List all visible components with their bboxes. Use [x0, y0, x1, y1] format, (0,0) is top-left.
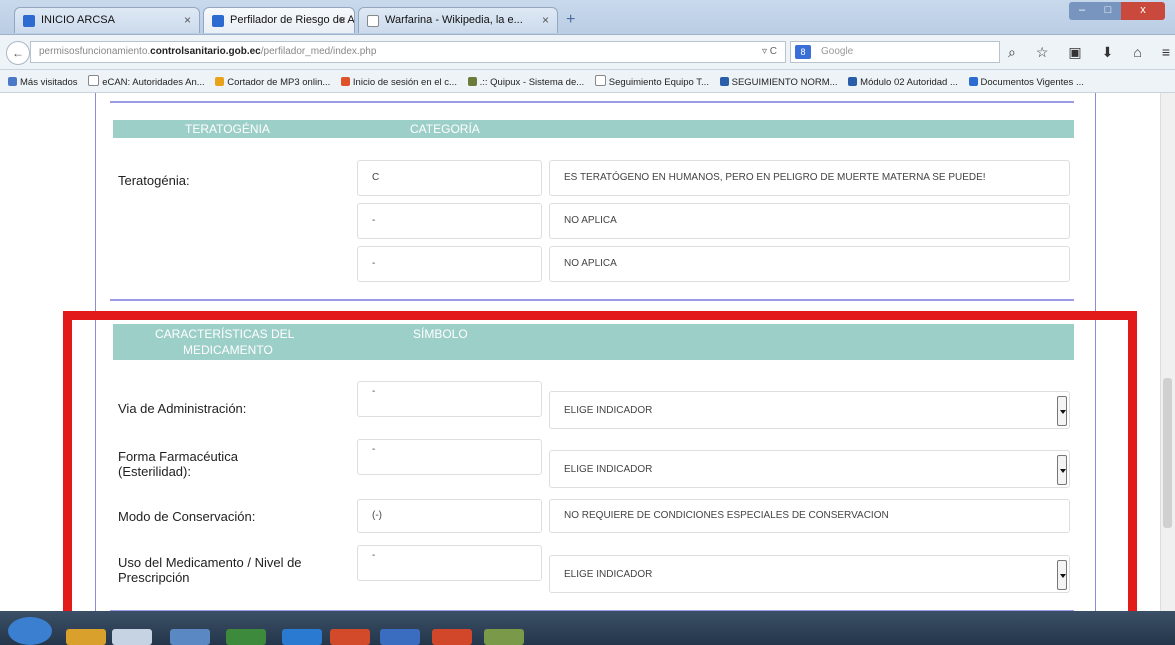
teratogenia-code-field-3[interactable]: - [357, 246, 542, 282]
search-engine-icon: 8 [795, 45, 811, 59]
teratogenia-code-field-2[interactable]: - [357, 203, 542, 239]
bookmark-item[interactable]: .:: Quipux - Sistema de... [467, 72, 584, 88]
taskbar-app-icon[interactable] [484, 629, 524, 645]
reload-icon[interactable]: ▿ C [762, 46, 777, 57]
minimize-icon[interactable]: – [1069, 2, 1095, 20]
trello-icon [719, 77, 729, 86]
page-icon [594, 75, 606, 86]
tab-title: Perfilador de Riesgo de Ali... [230, 14, 355, 26]
bookmark-item[interactable]: Seguimiento Equipo T... [594, 70, 709, 88]
scissors-icon [215, 77, 225, 86]
tab-perfilador[interactable]: Perfilador de Riesgo de Ali... × [203, 7, 355, 33]
clipboard-icon[interactable]: ▣ [1068, 44, 1081, 61]
url-bar[interactable]: permisosfuncionamiento.controlsanitario.… [30, 41, 786, 63]
close-icon[interactable]: × [542, 13, 549, 27]
close-window-icon[interactable]: x [1121, 2, 1165, 20]
close-icon[interactable]: × [339, 13, 346, 27]
scrollbar-thumb[interactable] [1163, 378, 1172, 528]
window-controls: – □ x [1069, 2, 1165, 20]
navigation-bar: ← permisosfuncionamiento.controlsanitari… [0, 35, 1175, 70]
divider [110, 299, 1074, 301]
trello-icon [848, 77, 858, 86]
taskbar-app-icon[interactable] [66, 629, 106, 645]
wikipedia-favicon-icon [367, 15, 379, 27]
arcsa-favicon-icon [212, 15, 224, 27]
windows-taskbar [0, 611, 1175, 645]
bookmark-icon [8, 77, 17, 86]
close-icon[interactable]: × [184, 13, 191, 27]
teratogenia-text-field-2[interactable]: NO APLICA [549, 203, 1070, 239]
maximize-icon[interactable]: □ [1095, 2, 1121, 20]
star-icon[interactable]: ☆ [1036, 44, 1049, 61]
header-teratogenia: TERATOGÉNIA [185, 122, 270, 136]
divider [110, 101, 1074, 103]
taskbar-app-icon[interactable] [432, 629, 472, 645]
bookmark-item[interactable]: Más visitados [8, 72, 78, 88]
new-tab-button[interactable]: + [566, 11, 575, 29]
taskbar-app-icon[interactable] [112, 629, 152, 645]
taskbar-app-icon[interactable] [380, 629, 420, 645]
taskbar-app-icon[interactable] [330, 629, 370, 645]
taskbar-app-icon[interactable] [282, 629, 322, 645]
tab-inicio-arcsa[interactable]: INICIO ARCSA × [14, 7, 200, 33]
arcsa-icon [968, 77, 978, 86]
url-domain: controlsanitario.gob.ec [150, 46, 261, 57]
bookmarks-bar: Más visitados eCAN: Autoridades An... Co… [0, 70, 1175, 93]
search-placeholder: Google [821, 46, 854, 57]
browser-tab-bar: INICIO ARCSA × Perfilador de Riesgo de A… [0, 0, 1175, 35]
start-button-icon[interactable] [8, 617, 52, 645]
taskbar-app-icon[interactable] [226, 629, 266, 645]
teratogenia-label: Teratogénia: [118, 173, 190, 188]
bookmark-item[interactable]: Documentos Vigentes ... [968, 72, 1084, 88]
bookmark-item[interactable]: SEGUIMIENTO NORM... [719, 72, 838, 88]
page-icon [88, 75, 100, 86]
tab-title: INICIO ARCSA [41, 14, 115, 26]
tab-warfarina-wikipedia[interactable]: Warfarina - Wikipedia, la e... × [358, 7, 558, 33]
url-path: /perfilador_med/index.php [260, 46, 377, 57]
home-icon[interactable]: ⌂ [1133, 44, 1141, 61]
bookmark-item[interactable]: eCAN: Autoridades An... [88, 70, 205, 88]
header-categoria: CATEGORÍA [410, 122, 480, 136]
teratogenia-header: TERATOGÉNIA CATEGORÍA [113, 120, 1074, 138]
teratogenia-text-field-3[interactable]: NO APLICA [549, 246, 1070, 282]
bookmark-item[interactable]: Cortador de MP3 onlin... [215, 72, 330, 88]
url-prefix: permisosfuncionamiento. [39, 46, 151, 57]
search-icon[interactable]: ⌕ [1008, 44, 1016, 61]
back-arrow-icon[interactable]: ← [6, 41, 30, 65]
search-input[interactable]: 8 Google [790, 41, 1000, 63]
red-highlight-box [63, 311, 1137, 621]
vertical-scrollbar[interactable] [1160, 93, 1175, 611]
bookmark-item[interactable]: Inicio de sesión en el c... [340, 72, 457, 88]
login-icon [340, 77, 350, 86]
bookmark-item[interactable]: Módulo 02 Autoridad ... [848, 72, 958, 88]
taskbar-app-icon[interactable] [170, 629, 210, 645]
quipux-icon [467, 77, 477, 86]
download-icon[interactable]: ⬇ [1102, 44, 1114, 61]
arcsa-favicon-icon [23, 15, 35, 27]
menu-icon[interactable]: ≡ [1162, 44, 1170, 61]
tab-title: Warfarina - Wikipedia, la e... [385, 14, 523, 26]
teratogenia-code-field-1[interactable]: C [357, 160, 542, 196]
teratogenia-text-field-1[interactable]: ES TERATÓGENO EN HUMANOS, PERO EN PELIGR… [549, 160, 1070, 196]
